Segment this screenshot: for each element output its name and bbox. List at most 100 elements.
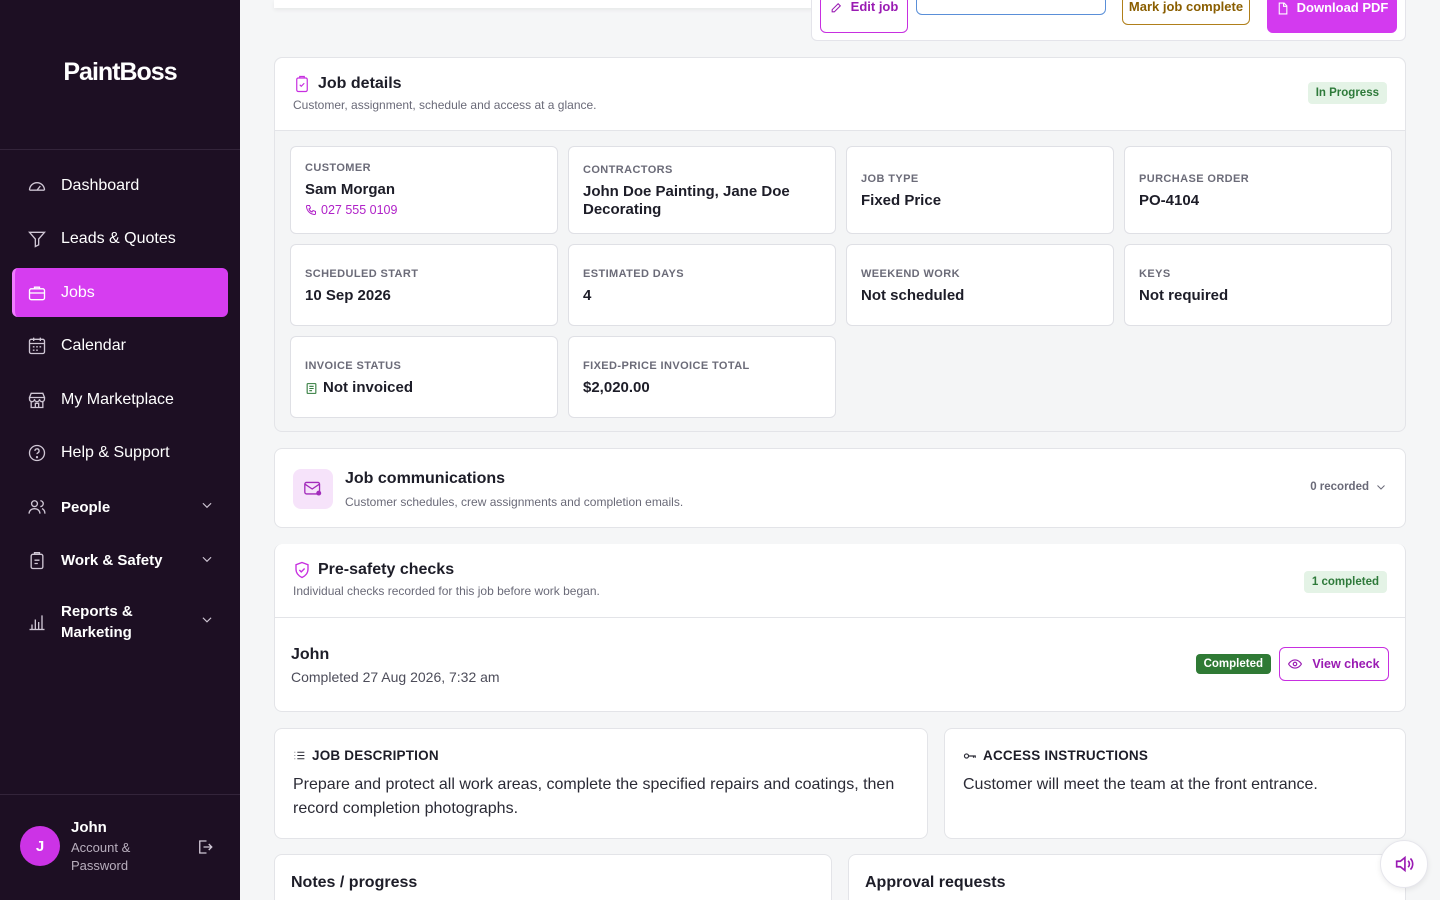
mark-complete-label: Mark job complete [1128,0,1244,14]
logout-icon[interactable] [196,838,214,861]
sidebar: PaintBoss Dashboard Leads & Quotes Jobs … [0,0,240,900]
chevron-down-icon [200,552,214,570]
job-type-value: Fixed Price [861,192,942,209]
access-instructions-heading-text: ACCESS INSTRUCTIONS [983,748,1149,763]
user-account[interactable]: J John Account & Password [20,815,220,879]
tile-label: WEEKEND WORK [861,268,960,280]
eye-icon [1288,659,1303,669]
customer-tile: CUSTOMER Sam Morgan 027 555 0109 [290,146,558,234]
sidebar-item-jobs[interactable]: Jobs [12,268,228,318]
job-description-heading-text: JOB DESCRIPTION [312,748,439,763]
estimated-days-tile: ESTIMATED DAYS 4 [568,244,836,326]
job-communications-title: Job communications [345,470,506,487]
invoice-total-tile: FIXED-PRICE INVOICE TOTAL $2,020.00 [568,336,836,418]
download-pdf-label: Download PDF [1296,0,1389,15]
account-password-link[interactable]: Account & Password [71,839,151,875]
people-icon [26,496,48,518]
tile-label: KEYS [1139,268,1171,280]
access-instructions-card: ACCESS INSTRUCTIONS Customer will meet t… [944,728,1406,839]
job-communications-subtitle: Customer schedules, crew assignments and… [345,495,684,509]
tile-label: JOB TYPE [861,173,919,185]
sidebar-item-label: Help & Support [61,444,170,462]
header-card [274,0,814,8]
notes-progress-card: Notes / progress [274,854,832,900]
sidebar-item-label: Leads & Quotes [61,230,176,248]
pre-safety-subtitle: Individual checks recorded for this job … [293,584,600,598]
sidebar-group-people[interactable]: People [12,483,228,532]
sidebar-item-leads-quotes[interactable]: Leads & Quotes [12,215,228,264]
tile-label: INVOICE STATUS [305,360,402,372]
access-instructions-heading: ACCESS INSTRUCTIONS [963,748,1148,763]
view-check-label: View check [1312,657,1380,671]
sidebar-item-help[interactable]: Help & Support [12,429,228,478]
tile-label: SCHEDULED START [305,268,419,280]
dashboard-gauge-icon [26,175,48,197]
job-communications-card[interactable]: Job communications Customer schedules, c… [274,448,1406,528]
approval-requests-title: Approval requests [865,874,1006,891]
sidebar-item-dashboard[interactable]: Dashboard [12,161,228,210]
notes-progress-title: Notes / progress [291,874,418,891]
sidebar-divider [0,149,240,150]
pencil-icon [831,2,841,13]
shield-check-icon [293,560,311,585]
user-name: John [71,819,107,836]
customer-phone: 027 555 0109 [321,203,398,217]
job-details-header: Job details Customer, assignment, schedu… [275,58,1405,131]
contractors-tile: CONTRACTORS John Doe Painting, Jane Doe … [568,146,836,234]
invoice-status-row: Not invoiced [305,379,413,397]
keys-tile: KEYS Not required [1124,244,1392,326]
chevron-down-icon [200,498,214,516]
contractors-value: John Doe Painting, Jane Doe Decorating [583,183,790,218]
customer-phone-link[interactable]: 027 555 0109 [305,203,397,217]
customer-name: Sam Morgan [305,181,396,198]
mark-job-complete-button[interactable]: Mark job complete [1122,0,1250,25]
clipboard-check-icon [293,74,311,99]
funnel-icon [26,228,48,250]
pre-safety-checks-card: Pre-safety checks Individual checks reco… [274,544,1406,712]
main-content: Edit job Mark job complete Download PDF … [240,0,1440,900]
weekend-work-tile: WEEKEND WORK Not scheduled [846,244,1114,326]
store-icon [26,389,48,411]
tile-label: PURCHASE ORDER [1139,173,1250,185]
job-details-title: Job details [318,75,402,92]
status-badge: Completed [1195,654,1271,674]
sidebar-item-label: Calendar [61,337,126,355]
sidebar-item-calendar[interactable]: Calendar [12,322,228,371]
tile-label: CUSTOMER [305,162,371,174]
speaker-icon [1395,855,1414,873]
sidebar-group-work-safety[interactable]: Work & Safety [12,536,228,585]
communications-count[interactable]: 0 recorded [1310,481,1387,493]
tile-label: ESTIMATED DAYS [583,268,684,280]
purchase-order-value: PO-4104 [1139,192,1200,209]
keys-value: Not required [1139,287,1229,304]
file-icon [1278,2,1288,15]
approval-requests-card: Approval requests [848,854,1406,900]
sidebar-item-label: My Marketplace [61,390,174,408]
purchase-order-tile: PURCHASE ORDER PO-4104 [1124,146,1392,234]
invoice-status-tile: INVOICE STATUS Not invoiced [290,336,558,418]
chevron-down-icon [200,611,214,632]
sidebar-item-marketplace[interactable]: My Marketplace [12,375,228,424]
invoice-total-value: $2,020.00 [583,379,650,396]
secondary-action-button[interactable] [916,0,1106,15]
avatar[interactable]: J [20,826,60,866]
edit-job-button[interactable]: Edit job [820,0,908,33]
sound-button[interactable] [1380,840,1428,888]
view-check-button[interactable]: View check [1279,647,1389,681]
pre-safety-header: Pre-safety checks Individual checks reco… [275,544,1405,618]
sidebar-item-label: Jobs [61,283,95,301]
download-pdf-button[interactable]: Download PDF [1267,0,1397,33]
job-type-tile: JOB TYPE Fixed Price [846,146,1114,234]
tile-label: FIXED-PRICE INVOICE TOTAL [583,360,750,372]
access-instructions-body: Customer will meet the team at the front… [963,776,1318,793]
scheduled-start-value: 10 Sep 2026 [305,287,391,304]
invoice-status-value: Not invoiced [323,379,414,396]
tile-label: CONTRACTORS [583,164,673,176]
job-description-body: Prepare and protect all work areas, comp… [293,776,895,817]
app-logo[interactable]: PaintBoss [0,58,240,87]
estimated-days-value: 4 [583,287,592,304]
status-badge: In Progress [1307,82,1387,104]
sidebar-group-label: People [61,498,111,516]
job-description-card: JOB DESCRIPTION Prepare and protect all … [274,728,928,839]
sidebar-group-reports-marketing[interactable]: Reports & Marketing [12,590,228,654]
